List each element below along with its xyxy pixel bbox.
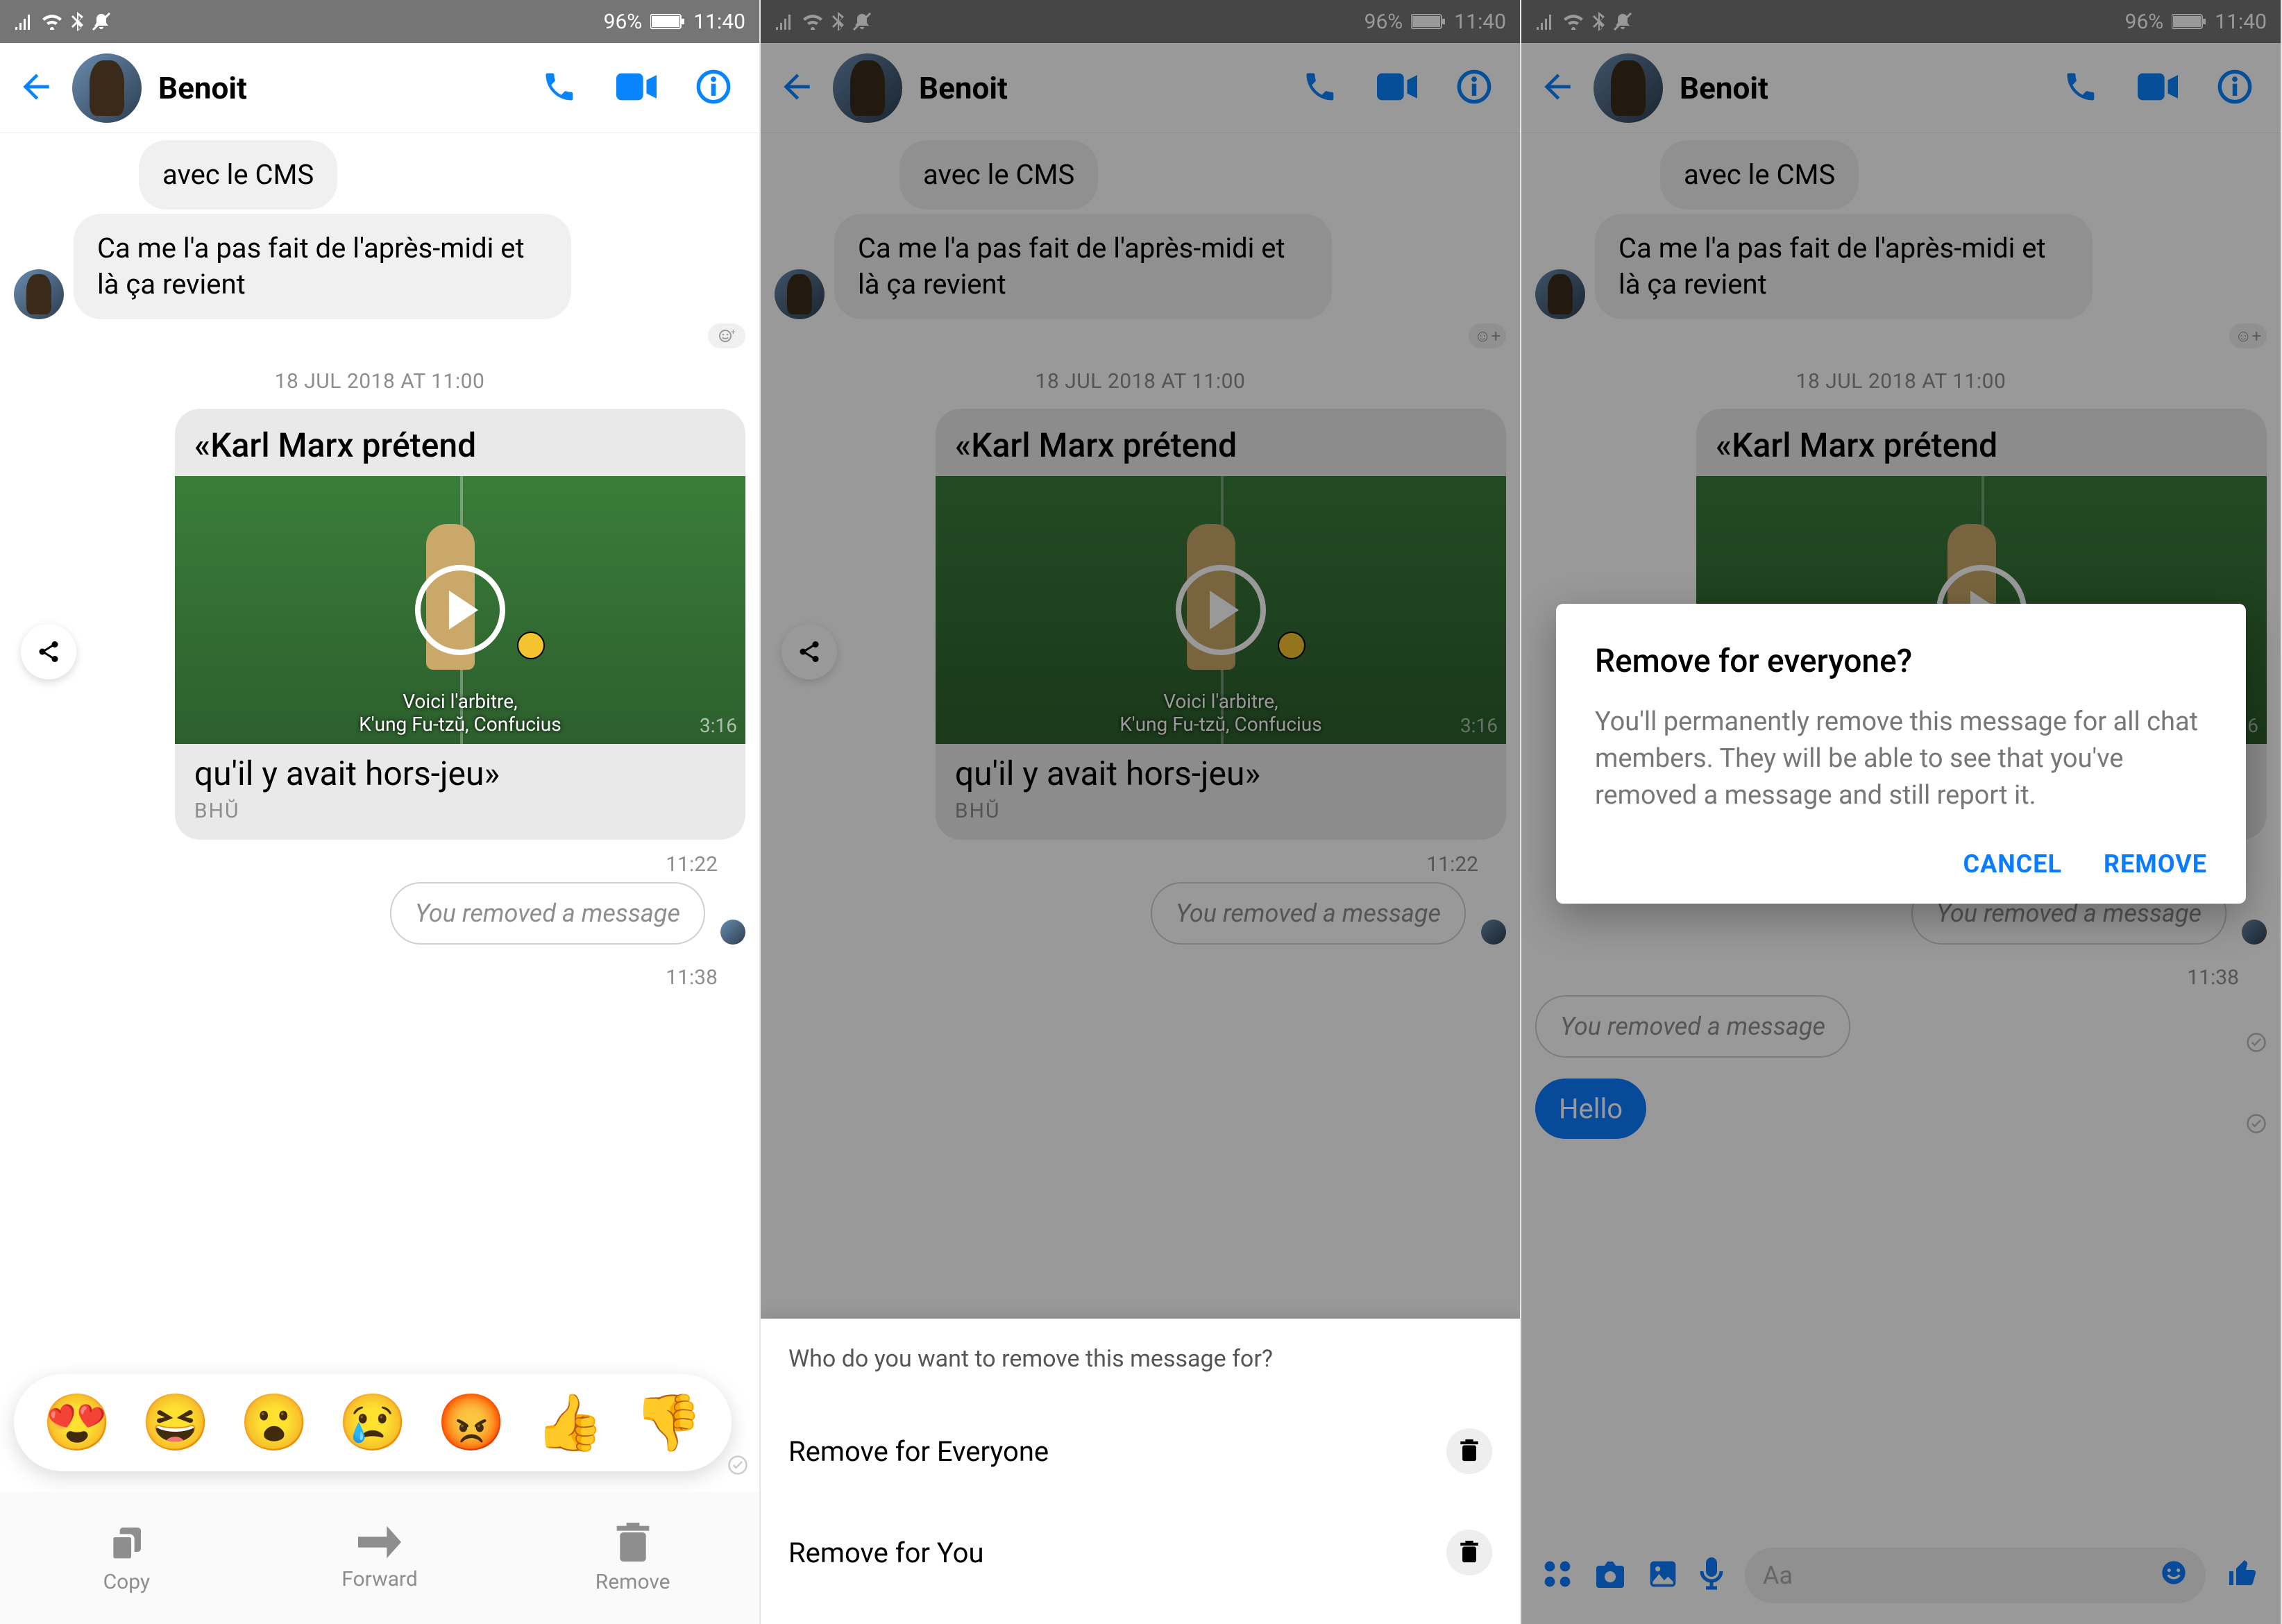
reaction-picker: 😍 😆 😮 😢 😡 👍 👎 <box>14 1374 732 1471</box>
date-timestamp: 18 JUL 2018 AT 11:00 <box>14 369 745 394</box>
panel-remove-for-sheet: 96% 11:40 Benoit avec le CMS <box>761 0 1521 1624</box>
voice-call-button[interactable] <box>530 69 589 108</box>
incoming-message[interactable]: Ca me l'a pas fait de l'après-midi et là… <box>74 214 571 319</box>
trash-icon <box>1446 1428 1492 1474</box>
video-duration: 3:16 <box>700 714 737 737</box>
trash-icon <box>1446 1530 1492 1575</box>
confirm-remove-dialog: Remove for everyone? You'll permanently … <box>1556 604 2246 904</box>
battery-icon <box>650 13 685 30</box>
dialog-title: Remove for everyone? <box>1595 643 2207 680</box>
contact-name[interactable]: Benoit <box>158 70 514 106</box>
sent-check-icon <box>727 1455 748 1478</box>
info-button[interactable] <box>684 69 743 108</box>
seen-avatar <box>720 920 745 945</box>
signal-icon <box>14 13 33 30</box>
reaction-thumbs-down[interactable]: 👎 <box>634 1390 703 1455</box>
option-label: Remove for Everyone <box>788 1435 1049 1468</box>
video-source: BHŬ <box>175 799 745 840</box>
time-label: 11:22 <box>14 852 745 877</box>
cancel-button[interactable]: CANCEL <box>1963 849 2062 879</box>
chat-body: avec le CMS Ca me l'a pas fait de l'aprè… <box>0 140 759 990</box>
copy-icon <box>107 1523 146 1562</box>
option-label: Remove for You <box>788 1537 984 1569</box>
chat-header: Benoit <box>0 43 759 133</box>
reaction-haha[interactable]: 😆 <box>141 1390 210 1455</box>
add-reaction-button[interactable]: + <box>708 323 745 348</box>
forward-label: Forward <box>341 1567 417 1591</box>
remove-options-sheet: Who do you want to remove this message f… <box>761 1319 1520 1624</box>
video-call-button[interactable] <box>605 72 668 104</box>
remove-button[interactable]: REMOVE <box>2104 849 2207 879</box>
share-button[interactable] <box>21 624 76 679</box>
remove-everyone-option[interactable]: Remove for Everyone <box>788 1401 1492 1502</box>
forward-action[interactable]: Forward <box>253 1492 507 1624</box>
dialog-body: You'll permanently remove this message f… <box>1595 704 2207 815</box>
panel-copy-forward-remove: 96% 11:40 Benoit avec le CMS Ca me l'a p… <box>0 0 761 1624</box>
sheet-title: Who do you want to remove this message f… <box>788 1345 1492 1373</box>
scrim[interactable] <box>761 0 1520 1333</box>
reaction-sad[interactable]: 😢 <box>338 1390 407 1455</box>
reaction-thumbs-up[interactable]: 👍 <box>535 1390 605 1455</box>
remove-action[interactable]: Remove <box>506 1492 759 1624</box>
svg-text:+: + <box>731 328 735 337</box>
wifi-icon <box>42 13 62 30</box>
copy-label: Copy <box>103 1570 151 1594</box>
status-bar: 96% 11:40 <box>0 0 759 43</box>
remove-label: Remove <box>595 1570 670 1594</box>
battery-percent: 96% <box>604 10 643 34</box>
removed-message-bubble[interactable]: You removed a message <box>390 882 705 945</box>
video-subtitle: Voici l'arbitre, K'ung Fu-tzŭ, Confucius <box>175 690 745 736</box>
copy-action[interactable]: Copy <box>0 1492 253 1624</box>
remove-you-option[interactable]: Remove for You <box>788 1502 1492 1603</box>
back-button[interactable] <box>17 67 56 109</box>
video-thumbnail[interactable]: Voici l'arbitre, K'ung Fu-tzŭ, Confucius… <box>175 476 745 744</box>
sender-avatar[interactable] <box>14 269 64 319</box>
video-message-card[interactable]: «Karl Marx prétend Voici l'arbitre, K'un… <box>175 409 745 840</box>
panel-confirm-dialog: 96% 11:40 Benoit avec le CMS Ca me l'a p… <box>1521 0 2282 1624</box>
incoming-message[interactable]: avec le CMS <box>139 140 337 210</box>
trash-icon <box>616 1523 650 1562</box>
message-action-bar: Copy Forward Remove <box>0 1492 759 1624</box>
bluetooth-icon <box>71 12 83 31</box>
status-time: 11:40 <box>693 10 745 34</box>
reaction-wow[interactable]: 😮 <box>239 1390 309 1455</box>
reaction-love[interactable]: 😍 <box>42 1390 112 1455</box>
forward-icon <box>358 1525 401 1559</box>
reaction-angry[interactable]: 😡 <box>437 1390 506 1455</box>
time-label: 11:38 <box>14 965 745 990</box>
contact-avatar[interactable] <box>72 53 142 123</box>
video-title-bottom: qu'il y avait hors-jeu» <box>175 744 745 799</box>
mute-icon <box>92 12 111 31</box>
video-title-top: «Karl Marx prétend <box>175 409 745 476</box>
play-icon[interactable] <box>415 565 505 655</box>
